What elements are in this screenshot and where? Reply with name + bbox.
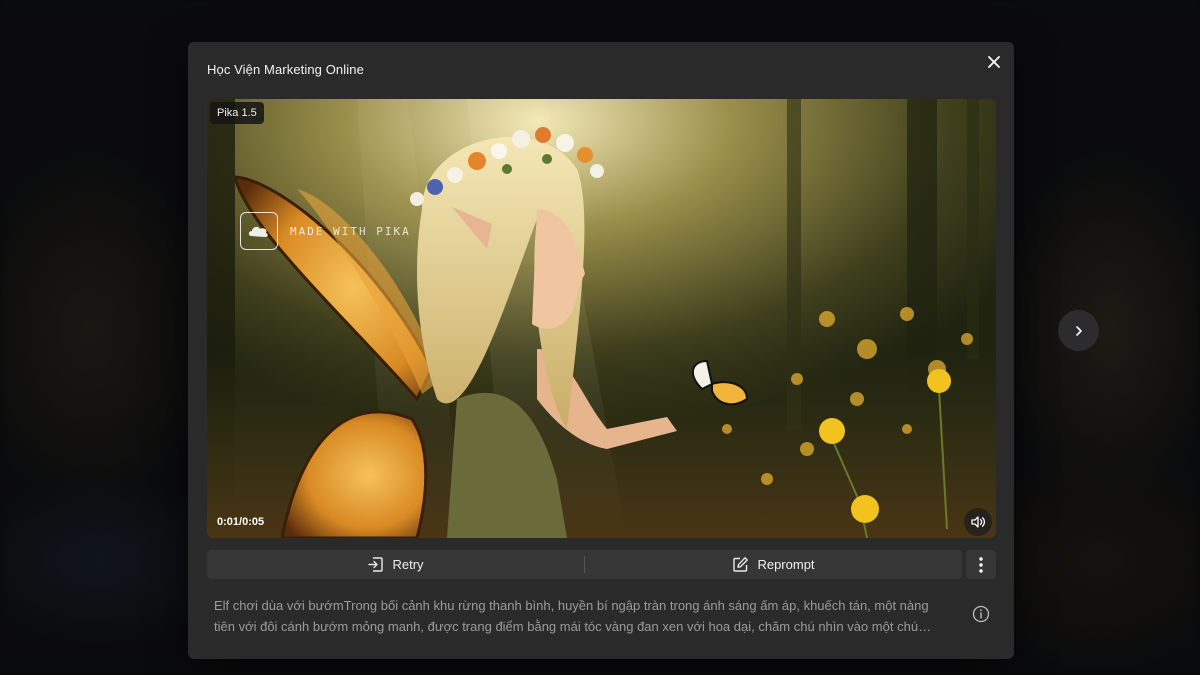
prompt-text: Elf chơi dùa với bướmTrong bối cảnh khu … <box>214 598 929 634</box>
close-icon <box>988 56 1000 68</box>
pika-logo-icon <box>240 212 278 250</box>
video-modal: Học Viện Marketing Online Pika 1.5 MADE … <box>188 42 1014 659</box>
close-button[interactable] <box>982 50 1006 74</box>
chevron-right-icon <box>1075 325 1082 336</box>
next-button[interactable] <box>1058 310 1099 351</box>
reprompt-button[interactable]: Reprompt <box>585 550 962 579</box>
retry-label: Retry <box>392 557 424 572</box>
info-icon <box>972 605 990 623</box>
reprompt-label: Reprompt <box>757 557 815 572</box>
volume-button[interactable] <box>964 508 992 536</box>
watermark: MADE WITH PIKA <box>240 212 411 250</box>
retry-icon <box>368 557 384 572</box>
watermark-text: MADE WITH PIKA <box>290 224 411 238</box>
modal-title: Học Viện Marketing Online <box>207 62 364 77</box>
time-readout: 0:01/0:05 <box>217 516 265 528</box>
video-frame <box>207 99 996 538</box>
info-button[interactable] <box>971 604 991 624</box>
action-bar: Retry Reprompt <box>207 550 962 579</box>
more-vertical-icon <box>979 556 983 573</box>
video-player[interactable]: Pika 1.5 MADE WITH PIKA 0:01/0:05 <box>207 99 996 538</box>
retry-button[interactable]: Retry <box>207 550 584 579</box>
volume-icon <box>971 516 986 528</box>
more-options-button[interactable] <box>966 550 996 579</box>
edit-icon <box>733 557 749 572</box>
model-badge: Pika 1.5 <box>210 102 264 124</box>
